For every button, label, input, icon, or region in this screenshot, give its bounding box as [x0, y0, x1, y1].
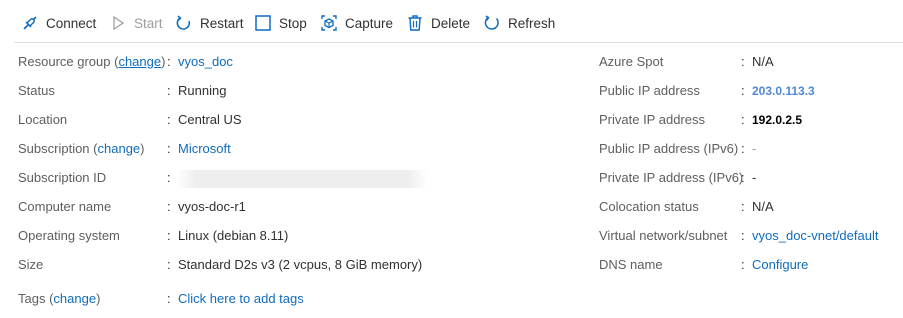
colon: : [167, 83, 171, 98]
refresh-icon [482, 13, 502, 33]
colocation-label: Colocation status [599, 199, 699, 214]
public-ip-label: Public IP address [599, 83, 700, 98]
colon: : [167, 228, 171, 243]
dns-configure-link[interactable]: Configure [752, 255, 808, 275]
size-label: Size [18, 257, 44, 272]
colon: : [741, 112, 745, 127]
location-value: Central US [178, 112, 242, 127]
private-ipv6-label: Private IP address (IPv6) [599, 170, 744, 185]
private-ip-value: 192.0.2.5 [752, 113, 803, 127]
vnet-value-link[interactable]: vyos_doc-vnet/default [752, 226, 878, 246]
size-value: Standard D2s v3 (2 vcpus, 8 GiB memory) [178, 257, 423, 272]
colon: : [741, 54, 745, 69]
public-ipv6-label: Public IP address (IPv6) [599, 141, 739, 156]
command-bar: Connect Start Restart Stop Capture Delet… [0, 0, 903, 42]
public-ipv6-value: - [752, 141, 757, 156]
resource-group-value-link[interactable]: vyos_doc [178, 52, 233, 72]
tags-label: Tags (change) [18, 291, 101, 306]
public-ip-value-link[interactable]: 203.0.113.3 [752, 81, 815, 101]
tags-change-link[interactable]: change [53, 291, 96, 306]
connect-label: Connect [46, 15, 97, 31]
subscription-value-link[interactable]: Microsoft [178, 139, 231, 159]
colocation-value: N/A [752, 199, 774, 214]
refresh-button[interactable]: Refresh [482, 12, 555, 34]
operating-system-value: Linux (debian 8.11) [178, 228, 289, 243]
colon: : [741, 257, 745, 272]
capture-icon [319, 13, 339, 33]
colon: : [167, 199, 171, 214]
colon: : [741, 83, 745, 98]
colon: : [167, 170, 171, 185]
delete-button[interactable]: Delete [405, 12, 470, 34]
delete-label: Delete [431, 15, 471, 31]
colon: : [741, 141, 745, 156]
stop-label: Stop [279, 15, 307, 31]
redacted-subscription-id [176, 170, 428, 188]
start-button[interactable]: Start [108, 12, 163, 34]
private-ip-label: Private IP address [599, 112, 705, 127]
private-ipv6-value: - [752, 170, 757, 185]
dns-label: DNS name [599, 257, 663, 272]
azure-spot-label: Azure Spot [599, 54, 664, 69]
start-label: Start [134, 15, 163, 31]
azure-spot-value: N/A [752, 54, 774, 69]
subscription-change-link[interactable]: change [98, 141, 141, 156]
colon: : [741, 199, 745, 214]
restart-label: Restart [200, 15, 244, 31]
colon: : [167, 54, 171, 69]
stop-button[interactable]: Stop [253, 12, 307, 34]
connect-icon [20, 13, 40, 33]
colon: : [167, 112, 171, 127]
restart-button[interactable]: Restart [174, 12, 244, 34]
colon: : [167, 257, 171, 272]
computer-name-value: vyos-doc-r1 [178, 199, 246, 214]
resource-group-change-link[interactable]: change [118, 54, 161, 69]
colon: : [167, 291, 171, 306]
delete-icon [405, 13, 425, 33]
toolbar-divider [14, 42, 903, 43]
restart-icon [174, 13, 194, 33]
stop-icon [253, 13, 273, 33]
capture-label: Capture [345, 15, 394, 31]
computer-name-label: Computer name [18, 199, 112, 214]
resource-group-label: Resource group (change) [18, 54, 166, 69]
status-value: Running [178, 83, 227, 98]
vnet-label: Virtual network/subnet [599, 228, 728, 243]
subscription-id-label: Subscription ID [18, 170, 107, 185]
subscription-label: Subscription (change) [18, 141, 145, 156]
colon: : [741, 170, 745, 185]
status-label: Status [18, 83, 55, 98]
add-tags-link[interactable]: Click here to add tags [178, 289, 304, 309]
colon: : [741, 228, 745, 243]
colon: : [167, 141, 171, 156]
location-label: Location [18, 112, 68, 127]
play-icon [108, 13, 128, 33]
operating-system-label: Operating system [18, 228, 120, 243]
refresh-label: Refresh [508, 15, 556, 31]
connect-button[interactable]: Connect [20, 12, 96, 34]
capture-button[interactable]: Capture [319, 12, 393, 34]
